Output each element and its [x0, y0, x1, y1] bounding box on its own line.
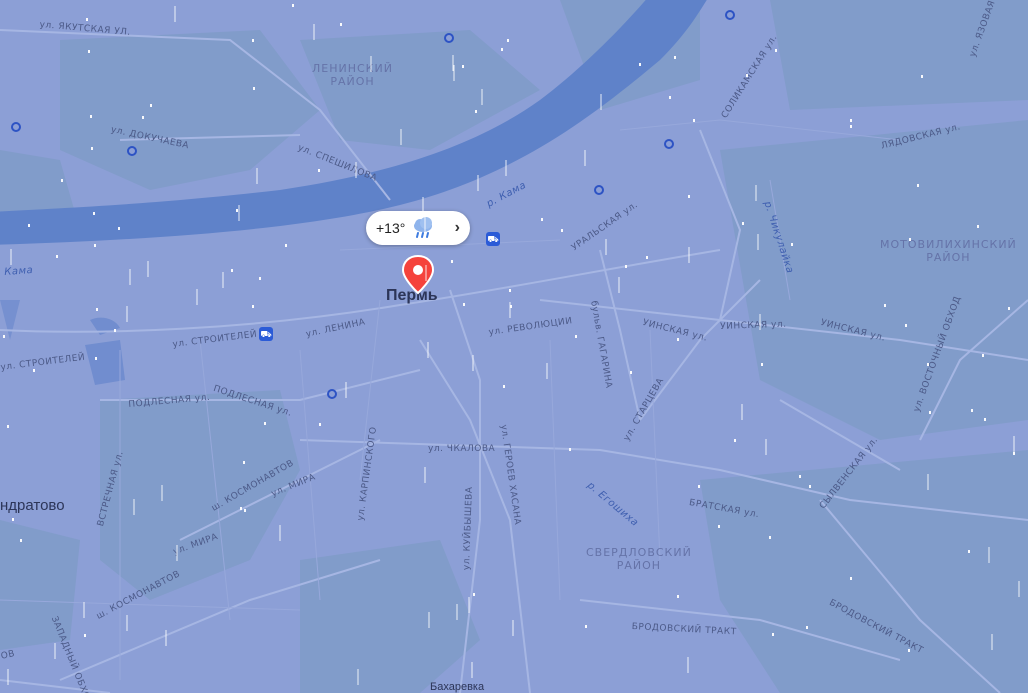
street-label-chkalova: ул. ЧКАЛОВА [428, 444, 496, 454]
bus-station-icon[interactable]: ⛟ [486, 232, 500, 246]
poi-marker[interactable] [444, 33, 454, 43]
rain-cloud-icon [414, 217, 433, 238]
poi-marker[interactable] [725, 10, 735, 20]
district-label-leninsky: ЛЕНИНСКИЙ РАЙОН [312, 62, 393, 88]
temperature: +13° [376, 220, 406, 236]
poi-marker[interactable] [664, 139, 674, 149]
district-label-motovilikhinsky: МОТОВИЛИХИНСКИЙ РАЙОН [880, 238, 1017, 264]
district-label-sverdlovsky: СВЕРДЛОВСКИЙ РАЙОН [586, 546, 692, 572]
place-label-bakharevka: Бахаревка [430, 681, 485, 693]
poi-marker[interactable] [327, 389, 337, 399]
river-label-kama-west: Кама [4, 264, 34, 278]
weather-widget[interactable]: +13° › [366, 211, 470, 245]
bus-station-icon[interactable]: ⛟ [259, 327, 273, 341]
poi-marker[interactable] [127, 146, 137, 156]
poi-marker[interactable] [11, 122, 21, 132]
place-label-kondratovo: ндратово [0, 497, 65, 514]
location-pin-icon[interactable] [401, 255, 435, 295]
poi-marker[interactable] [594, 185, 604, 195]
chevron-right-icon: › [454, 219, 460, 236]
map-view[interactable]: ул. ЯКУТСКАЯ УЛ. ул. ДОКУЧАЕВА ул. СПЕШИ… [0, 0, 1028, 693]
